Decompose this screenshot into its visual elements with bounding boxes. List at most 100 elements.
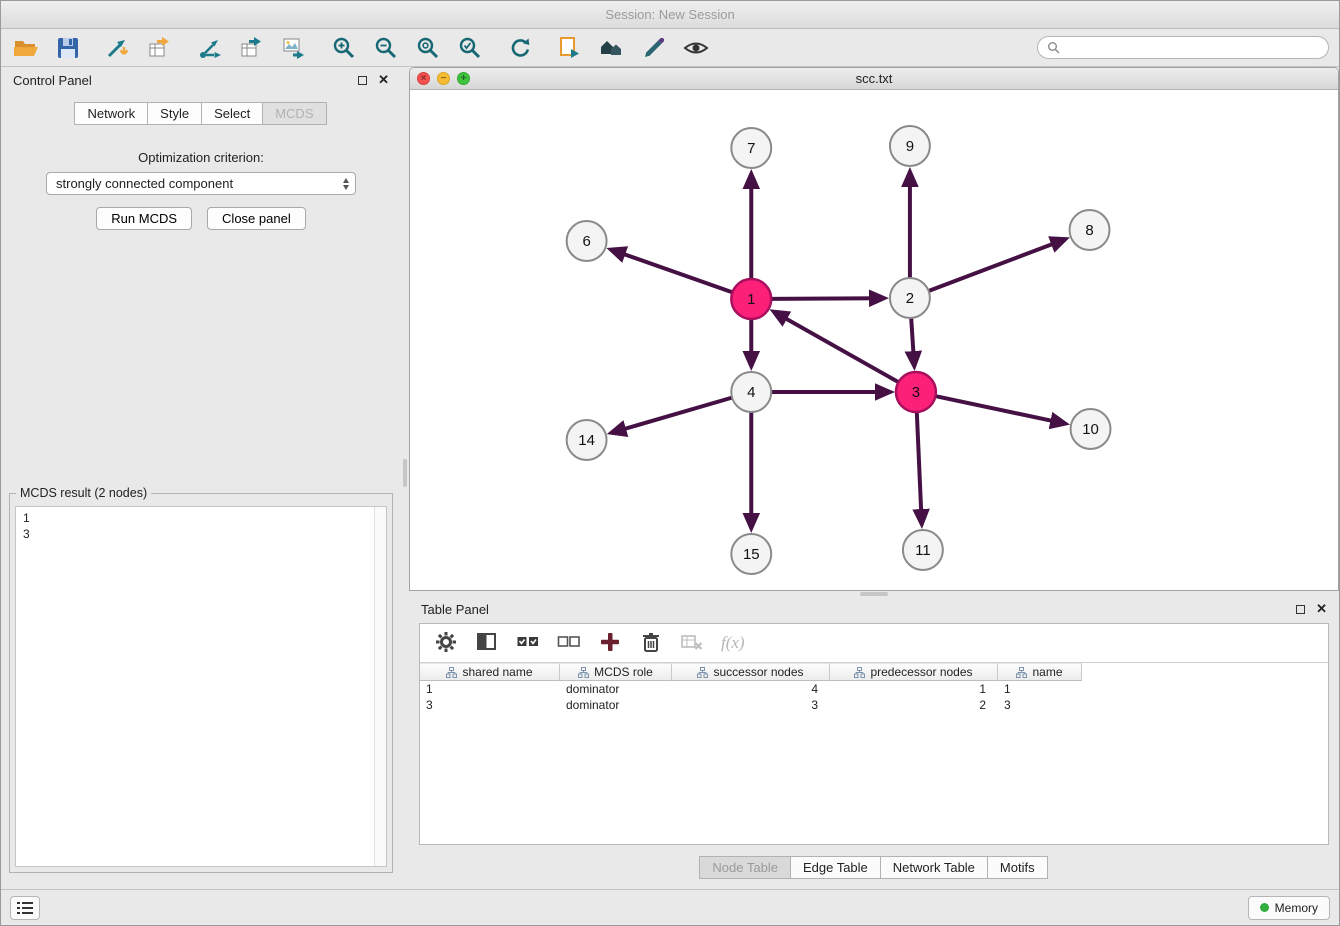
table-cell[interactable]: dominator: [560, 681, 672, 697]
zoom-fit-button[interactable]: [413, 33, 443, 63]
tab-style[interactable]: Style: [147, 102, 202, 125]
tab-motifs[interactable]: Motifs: [987, 856, 1048, 879]
tab-mcds[interactable]: MCDS: [262, 102, 326, 125]
run-mcds-button[interactable]: Run MCDS: [96, 207, 192, 230]
tab-node-table[interactable]: Node Table: [699, 856, 791, 879]
node-7[interactable]: 7: [731, 128, 771, 168]
table-cell[interactable]: dominator: [560, 697, 672, 713]
minimize-window-icon[interactable]: −: [437, 72, 450, 85]
style-brush-button[interactable]: [639, 33, 669, 63]
memory-button[interactable]: Memory: [1248, 896, 1330, 920]
table-settings-button[interactable]: [434, 630, 458, 657]
control-panel-header: Control Panel ✕: [1, 67, 401, 93]
table-cell[interactable]: 3: [672, 697, 830, 713]
panel-splitter[interactable]: [401, 67, 409, 889]
close-window-icon[interactable]: ×: [417, 72, 430, 85]
table-splitter-grip[interactable]: [860, 592, 888, 596]
edge-3-11[interactable]: [917, 413, 922, 519]
node-4[interactable]: 4: [731, 372, 771, 412]
table-cell[interactable]: 1: [420, 681, 560, 697]
new-network-button[interactable]: [195, 33, 225, 63]
edge-4-14[interactable]: [616, 398, 731, 431]
table-panel-header: Table Panel ✕: [409, 597, 1339, 621]
close-table-panel-icon[interactable]: ✕: [1316, 604, 1327, 614]
node-9[interactable]: 9: [890, 126, 930, 166]
node-8[interactable]: 8: [1070, 210, 1110, 250]
mcds-result-text[interactable]: 1 3: [16, 507, 374, 866]
edge-1-2[interactable]: [772, 298, 879, 299]
table-cell[interactable]: 2: [830, 697, 998, 713]
node-14[interactable]: 14: [567, 420, 607, 460]
result-scrollbar[interactable]: [374, 507, 386, 866]
refresh-button[interactable]: [505, 33, 535, 63]
table-row[interactable]: 1dominator411: [420, 681, 1328, 697]
network-canvas[interactable]: 7 9 6 8 1 2 4 3 14 10 15 11: [410, 90, 1338, 590]
edge-1-6[interactable]: [616, 251, 732, 292]
dropdown-stepper-icon: [343, 178, 349, 190]
table-row[interactable]: 3dominator323: [420, 697, 1328, 713]
trash-icon: [639, 630, 663, 654]
create-column-button[interactable]: [598, 630, 622, 657]
edge-3-10[interactable]: [936, 396, 1060, 422]
search-field[interactable]: [1037, 36, 1329, 59]
show-details-button[interactable]: [681, 33, 711, 63]
table-cell[interactable]: 1: [998, 681, 1082, 697]
column-tree-icon: [578, 667, 589, 678]
zoom-window-icon[interactable]: +: [457, 72, 470, 85]
edge-3-1[interactable]: [778, 314, 897, 381]
tab-network-table[interactable]: Network Table: [880, 856, 988, 879]
main-toolbar: [1, 29, 1339, 67]
optimization-criterion-label: Optimization criterion:: [1, 150, 401, 165]
node-2[interactable]: 2: [890, 278, 930, 318]
splitter-grip[interactable]: [403, 459, 407, 487]
close-panel-icon[interactable]: ✕: [378, 75, 389, 85]
search-input[interactable]: [1066, 41, 1319, 55]
node-6[interactable]: 6: [567, 221, 607, 261]
column-header-mcds-role[interactable]: MCDS role: [560, 663, 672, 681]
save-session-button[interactable]: [53, 33, 83, 63]
network-window: × − + scc.txt 7 9 6 8 1 2 4 3 14 10 15 11: [409, 67, 1339, 591]
tab-edge-table[interactable]: Edge Table: [790, 856, 881, 879]
task-history-button[interactable]: [10, 896, 40, 920]
table-cell[interactable]: 4: [672, 681, 830, 697]
export-image-button[interactable]: [279, 33, 309, 63]
float-table-panel-icon[interactable]: [1296, 605, 1305, 614]
network-table-button[interactable]: [237, 33, 267, 63]
delete-column-button[interactable]: [639, 630, 663, 657]
column-header-shared-name[interactable]: shared name: [420, 663, 560, 681]
hide-all-columns-button[interactable]: [557, 630, 581, 657]
import-table-button[interactable]: [145, 33, 175, 63]
zoom-selected-button[interactable]: [455, 33, 485, 63]
table-cell[interactable]: 1: [830, 681, 998, 697]
node-11[interactable]: 11: [903, 530, 943, 570]
close-mcds-panel-button[interactable]: Close panel: [207, 207, 306, 230]
zoom-in-button[interactable]: [329, 33, 359, 63]
table-cell[interactable]: 3: [420, 697, 560, 713]
node-10[interactable]: 10: [1071, 409, 1111, 449]
node-15[interactable]: 15: [731, 534, 771, 574]
show-columns-button[interactable]: [475, 630, 499, 657]
node-1[interactable]: 1: [731, 279, 771, 319]
column-header-predecessor-nodes[interactable]: predecessor nodes: [830, 663, 998, 681]
criterion-dropdown[interactable]: strongly connected component: [46, 172, 356, 195]
table-cell[interactable]: 3: [998, 697, 1082, 713]
open-file-button[interactable]: [11, 33, 41, 63]
node-3[interactable]: 3: [896, 372, 936, 412]
import-network-button[interactable]: [103, 33, 133, 63]
column-header-successor-nodes[interactable]: successor nodes: [672, 663, 830, 681]
home-layout-button[interactable]: [597, 33, 627, 63]
svg-text:10: 10: [1082, 421, 1099, 438]
table-splitter[interactable]: [409, 591, 1339, 597]
network-window-titlebar[interactable]: × − + scc.txt: [410, 68, 1338, 90]
tab-network[interactable]: Network: [74, 102, 148, 125]
edge-2-8[interactable]: [930, 241, 1061, 291]
float-panel-icon[interactable]: [358, 76, 367, 85]
paste-style-button[interactable]: [555, 33, 585, 63]
status-bar: Memory: [1, 889, 1339, 925]
column-header-name[interactable]: name: [998, 663, 1082, 681]
edge-2-3[interactable]: [911, 319, 914, 361]
tab-select[interactable]: Select: [201, 102, 263, 125]
network-graph[interactable]: 7 9 6 8 1 2 4 3 14 10 15 11: [410, 90, 1338, 590]
select-all-columns-button[interactable]: [516, 630, 540, 657]
zoom-out-button[interactable]: [371, 33, 401, 63]
